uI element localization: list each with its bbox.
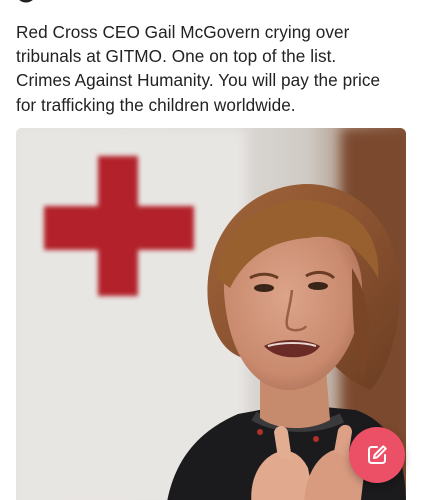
post-text-line: Crimes Against Humanity. You will pay th… <box>16 70 381 91</box>
compose-button[interactable] <box>349 427 405 483</box>
post-text-line: for trafficking the children worldwide. <box>16 94 296 115</box>
post-text-line: Red Cross CEO Gail McGovern crying over <box>16 22 350 42</box>
post-photo[interactable] <box>16 128 406 500</box>
photo-illustration <box>16 128 406 500</box>
clipped-header-icons <box>19 0 33 3</box>
post-text: Red Cross CEO Gail McGovern crying over … <box>16 20 408 117</box>
post-text-line: tribunals at GITMO. One on top of the li… <box>16 46 337 67</box>
compose-icon <box>368 445 387 464</box>
